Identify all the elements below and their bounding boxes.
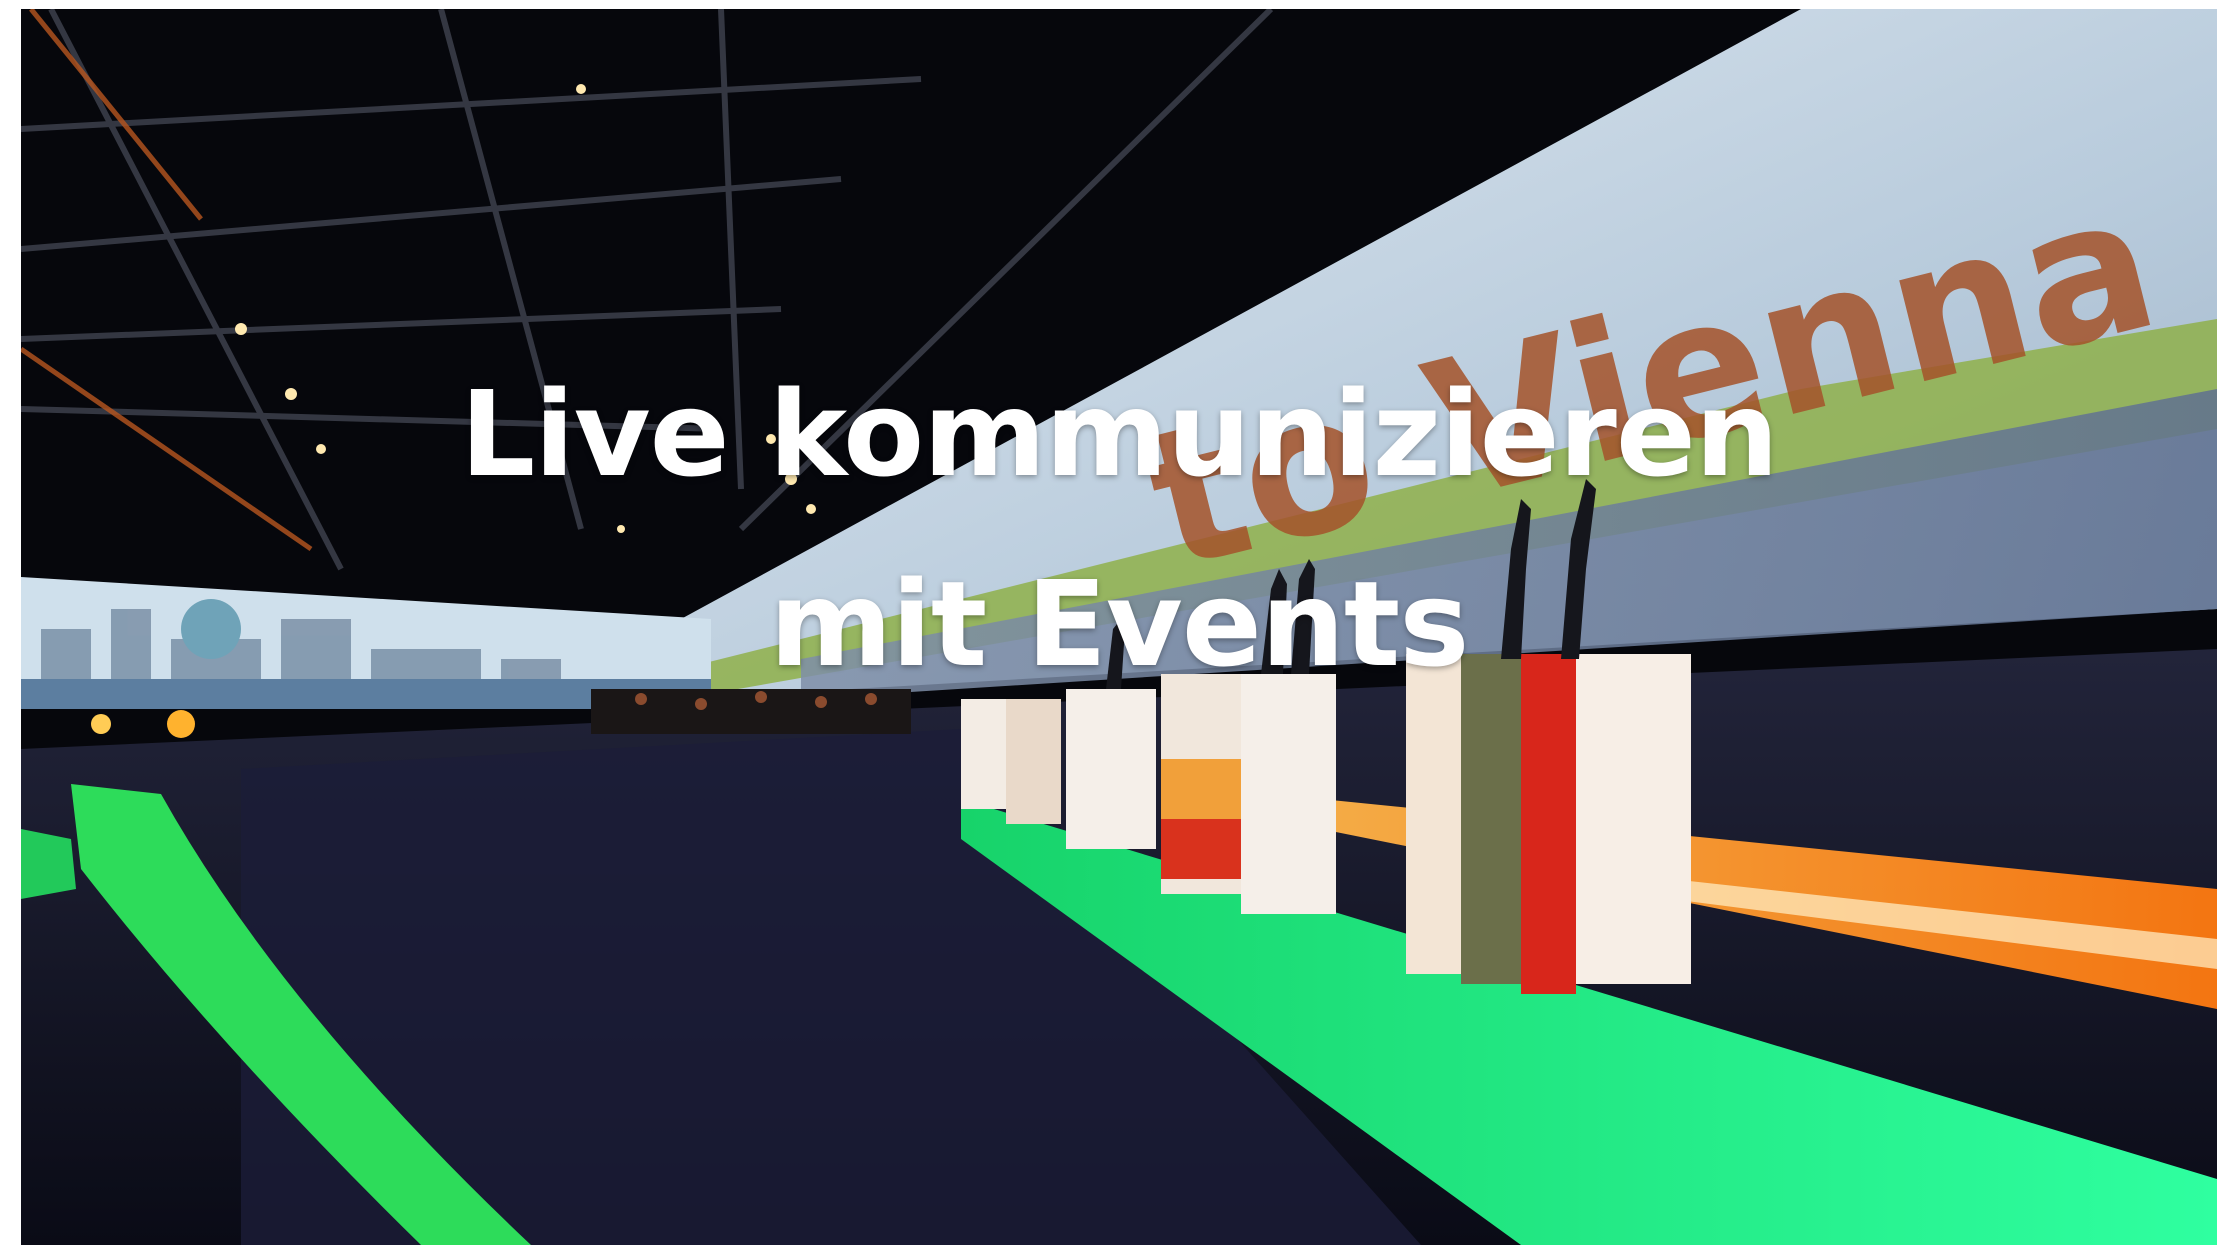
hero-headline: Live kommunizieren mit Events [21, 339, 2217, 719]
hero-section: to Vienna Live kommunizieren mit Events [21, 9, 2217, 1245]
headline-line-1: Live kommunizieren [460, 365, 1779, 503]
headline-line-2: mit Events [769, 555, 1469, 693]
